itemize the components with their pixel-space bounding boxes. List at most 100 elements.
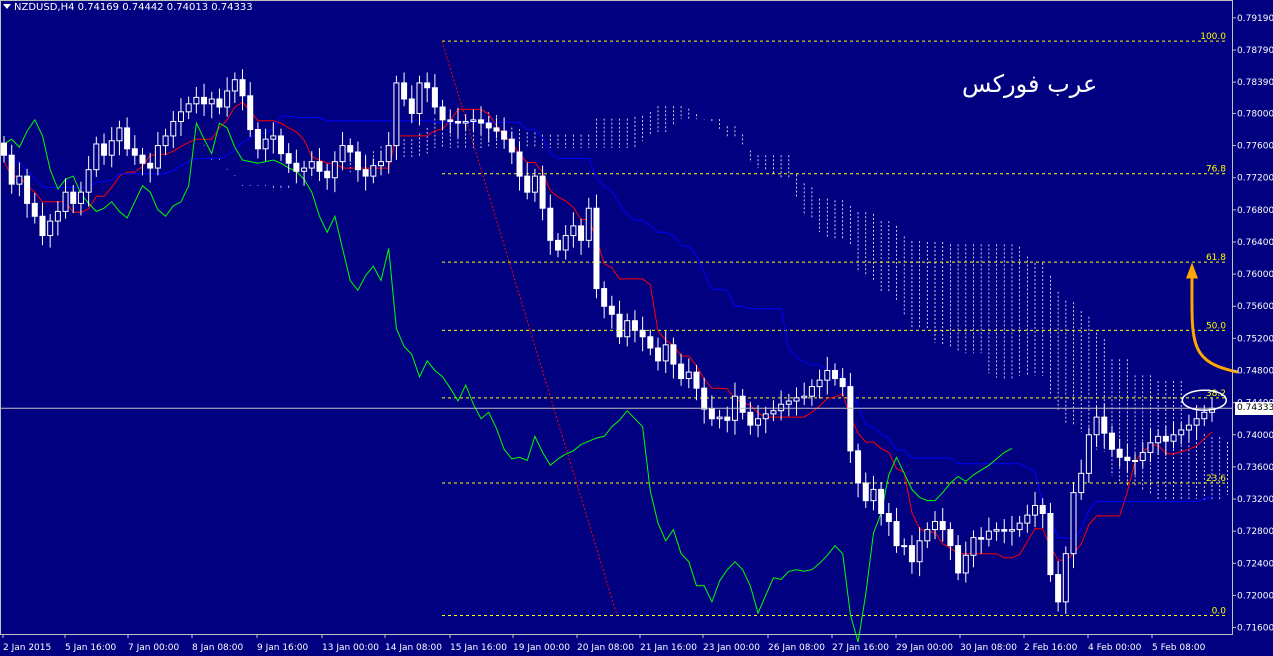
price-chart[interactable]: 100.076.861.850.038.223.60.0 0.791900.78… bbox=[0, 0, 1273, 656]
candle-down bbox=[501, 130, 508, 140]
candle-down bbox=[878, 488, 885, 515]
candle-up bbox=[1070, 492, 1077, 555]
candle-down bbox=[24, 175, 31, 204]
price-tick-label: 0.78000 bbox=[1237, 109, 1273, 119]
watermark-text: عرب فوركس bbox=[962, 70, 1098, 98]
candle-down bbox=[708, 408, 715, 420]
candle-down bbox=[908, 545, 915, 563]
candle-down bbox=[277, 135, 284, 155]
candle-down bbox=[693, 371, 700, 389]
candle-up bbox=[208, 98, 215, 105]
candle-up bbox=[270, 135, 277, 140]
time-tick-label: 13 Jan 00:00 bbox=[322, 643, 379, 653]
dropdown-icon[interactable] bbox=[3, 4, 11, 9]
candle-down bbox=[524, 175, 531, 193]
candle-up bbox=[1132, 459, 1139, 462]
price-tick-label: 0.76000 bbox=[1237, 270, 1273, 280]
candle-up bbox=[570, 225, 577, 237]
candle-up bbox=[378, 161, 385, 167]
candle-up bbox=[193, 96, 200, 105]
candle-down bbox=[1124, 456, 1131, 461]
time-tick-label: 2 Feb 16:00 bbox=[1024, 643, 1078, 653]
price-tick-label: 0.74800 bbox=[1237, 367, 1273, 377]
candle-down bbox=[285, 153, 292, 164]
candle-up bbox=[177, 111, 184, 122]
candle-down bbox=[254, 129, 261, 150]
candle-up bbox=[416, 82, 423, 114]
candle-down bbox=[885, 513, 892, 523]
candle-down bbox=[139, 154, 146, 164]
candle-up bbox=[339, 145, 346, 163]
candle-up bbox=[1139, 451, 1146, 461]
candle-down bbox=[647, 336, 654, 349]
candle-down bbox=[601, 288, 608, 307]
candle-up bbox=[924, 529, 931, 542]
candle-up bbox=[370, 165, 377, 177]
candle-up bbox=[462, 120, 469, 124]
candle-down bbox=[354, 151, 361, 171]
candle-down bbox=[31, 202, 38, 217]
fib-level-label: 61.8 bbox=[1206, 253, 1226, 263]
candle-up bbox=[778, 403, 785, 412]
fib-level-label: 50.0 bbox=[1206, 321, 1226, 331]
price-tick-label: 0.76400 bbox=[1237, 238, 1273, 248]
candle-up bbox=[1147, 442, 1154, 453]
candle-down bbox=[316, 161, 323, 172]
candle-down bbox=[493, 127, 500, 132]
candle-down bbox=[147, 162, 154, 169]
candle-down bbox=[424, 82, 431, 89]
time-tick-label: 8 Jan 08:00 bbox=[192, 643, 244, 653]
candle-up bbox=[1085, 434, 1092, 474]
candle-down bbox=[608, 305, 615, 315]
time-tick-label: 7 Jan 00:00 bbox=[128, 643, 180, 653]
candle-down bbox=[893, 521, 900, 547]
candle-down bbox=[324, 170, 331, 179]
candle-down bbox=[593, 207, 600, 290]
candle-down bbox=[655, 347, 662, 362]
candle-down bbox=[955, 545, 962, 574]
candle-up bbox=[970, 537, 977, 556]
price-tick-label: 0.76800 bbox=[1237, 206, 1273, 216]
candle-up bbox=[770, 410, 777, 415]
candle-up bbox=[801, 395, 808, 399]
candle-up bbox=[301, 167, 308, 172]
candle-down bbox=[578, 225, 585, 241]
candle-down bbox=[516, 151, 523, 177]
price-tick-label: 0.72400 bbox=[1237, 559, 1273, 569]
price-axis: 0.79190 0.78790 0.78390 0.78000 0.77600 0.772… bbox=[1232, 14, 1273, 634]
candle-up bbox=[585, 207, 592, 241]
time-tick-label: 27 Jan 16:00 bbox=[832, 643, 889, 653]
candle-up bbox=[385, 145, 392, 163]
chart-header: NZDUSD,H4 0.74169 0.74442 0.74013 0.7433… bbox=[3, 2, 253, 13]
candle-up bbox=[870, 488, 877, 502]
candle-up bbox=[1078, 472, 1085, 494]
candle-down bbox=[739, 395, 746, 413]
candle-down bbox=[539, 175, 546, 209]
candle-down bbox=[1108, 432, 1115, 450]
candle-up bbox=[85, 169, 92, 193]
candle-down bbox=[616, 313, 623, 338]
candle-down bbox=[8, 154, 15, 185]
candle-down bbox=[439, 106, 446, 121]
candle-up bbox=[47, 220, 54, 237]
time-tick-label: 14 Jan 08:00 bbox=[385, 643, 442, 653]
candle-down bbox=[39, 215, 46, 237]
candle-up bbox=[308, 161, 315, 169]
price-tick-label: 0.73200 bbox=[1237, 495, 1273, 505]
candle-up bbox=[816, 379, 823, 388]
time-tick-label: 30 Jan 08:00 bbox=[960, 643, 1017, 653]
candle-down bbox=[847, 386, 854, 452]
candle-up bbox=[824, 370, 831, 381]
candle-up bbox=[624, 320, 631, 338]
price-tick-label: 0.71600 bbox=[1237, 624, 1273, 634]
time-tick-label: 9 Jan 16:00 bbox=[257, 643, 309, 653]
current-price-tag: 0.74333 bbox=[1235, 402, 1273, 416]
candle-up bbox=[1193, 418, 1200, 426]
candle-up bbox=[170, 120, 177, 137]
candle-up bbox=[108, 140, 115, 156]
candle-down bbox=[1101, 416, 1108, 434]
candle-down bbox=[131, 148, 138, 156]
time-tick-label: 15 Jan 16:00 bbox=[450, 643, 507, 653]
candle-down bbox=[554, 239, 561, 251]
price-tick-label: 0.72000 bbox=[1237, 591, 1273, 601]
